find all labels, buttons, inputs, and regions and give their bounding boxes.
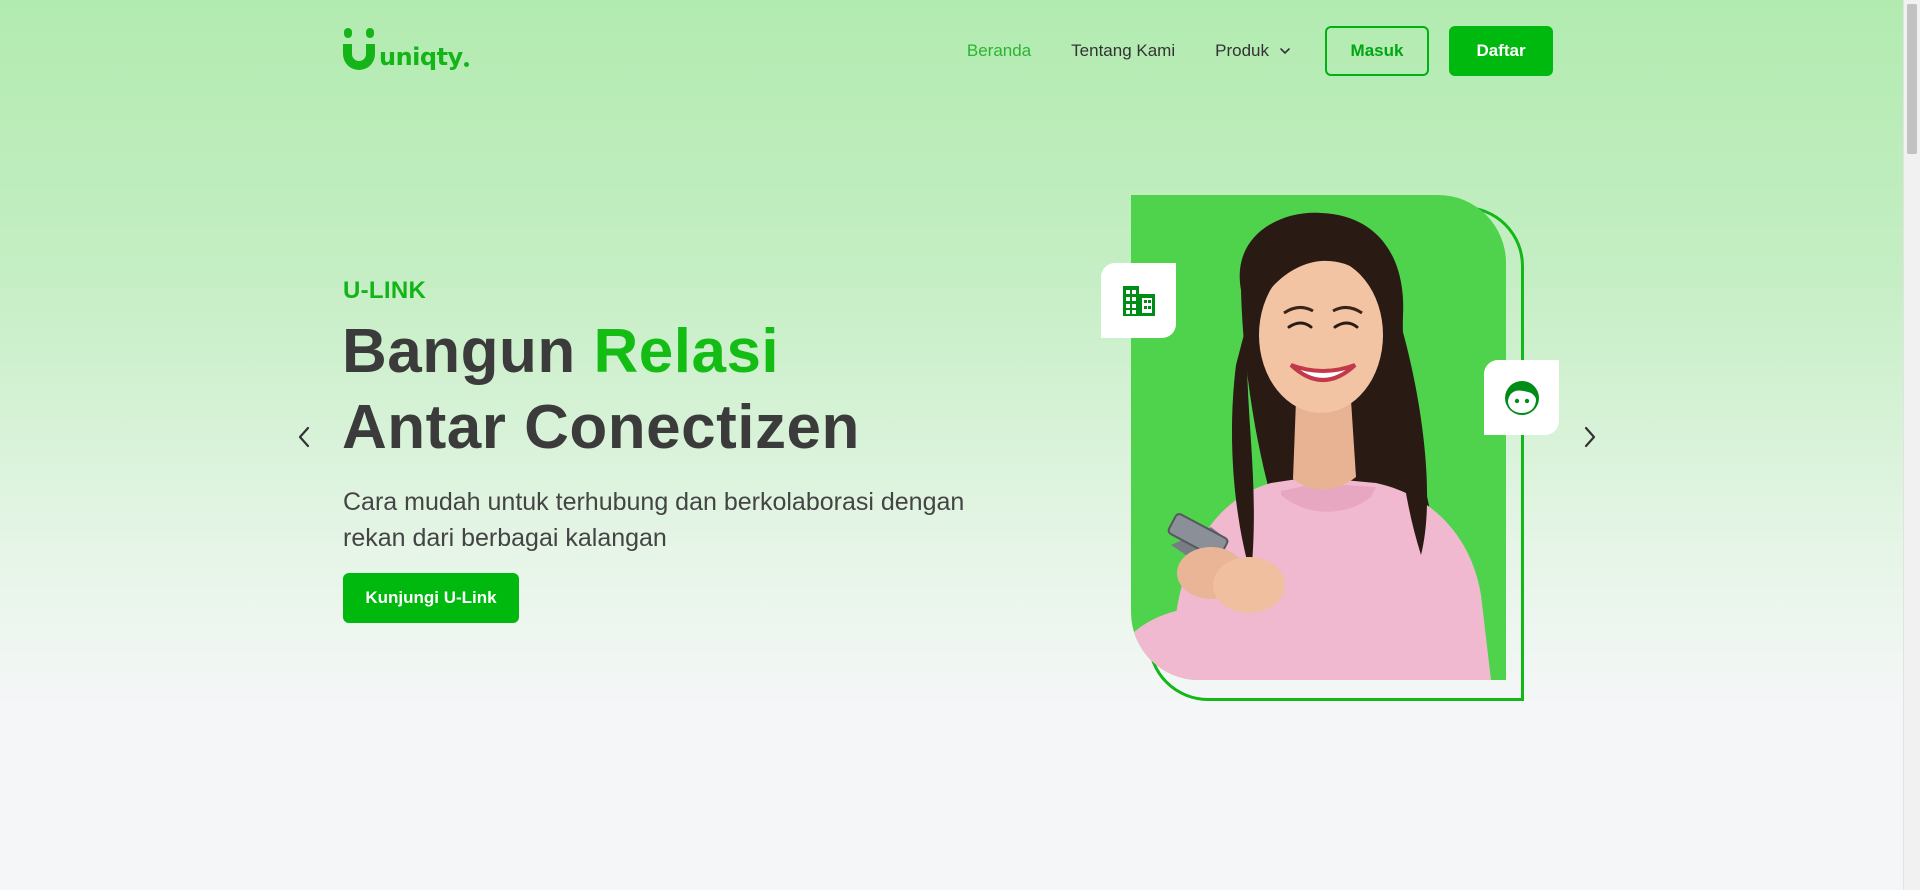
chevron-left-icon xyxy=(298,426,310,448)
brand-logo[interactable]: uniqty xyxy=(342,24,469,72)
nav-dropdown-produk[interactable]: Produk xyxy=(1215,41,1291,61)
main-nav: Beranda Tentang Kami Produk Masuk Daftar xyxy=(967,26,1553,76)
visit-ulink-button[interactable]: Kunjungi U-Link xyxy=(343,573,519,623)
face-icon xyxy=(1504,380,1539,415)
woman-with-phone-illustration xyxy=(1131,212,1491,680)
carousel-prev-button[interactable] xyxy=(292,422,316,452)
scrollbar-thumb[interactable] xyxy=(1907,4,1917,154)
nav-link-tentang-kami[interactable]: Tentang Kami xyxy=(1071,26,1175,76)
headline-part2: Antar Conectizen xyxy=(342,393,860,462)
carousel-next-button[interactable] xyxy=(1578,422,1602,452)
nav-dropdown-label: Produk xyxy=(1215,41,1269,60)
hero-eyebrow: U-LINK xyxy=(343,277,427,304)
headline-accent: Relasi xyxy=(593,317,780,386)
hero-photo xyxy=(1131,195,1506,680)
register-button[interactable]: Daftar xyxy=(1449,26,1553,76)
hero-subtitle: Cara mudah untuk terhubung dan berkolabo… xyxy=(343,488,965,552)
logo-wordmark: uniqty xyxy=(379,43,463,71)
chevron-down-icon xyxy=(1280,48,1290,55)
nav-link-beranda[interactable]: Beranda xyxy=(967,26,1031,76)
headline-part1: Bangun xyxy=(342,317,594,386)
building-badge xyxy=(1101,263,1176,338)
logo-mark-icon xyxy=(343,28,375,70)
building-icon xyxy=(1122,285,1155,316)
login-button[interactable]: Masuk xyxy=(1325,26,1429,76)
chevron-right-icon xyxy=(1584,426,1596,448)
face-badge xyxy=(1484,360,1559,435)
hero-headline: Bangun Relasi Antar Conectizen xyxy=(342,314,860,466)
page-scrollbar[interactable] xyxy=(1903,0,1920,890)
logo-dot xyxy=(463,62,469,67)
